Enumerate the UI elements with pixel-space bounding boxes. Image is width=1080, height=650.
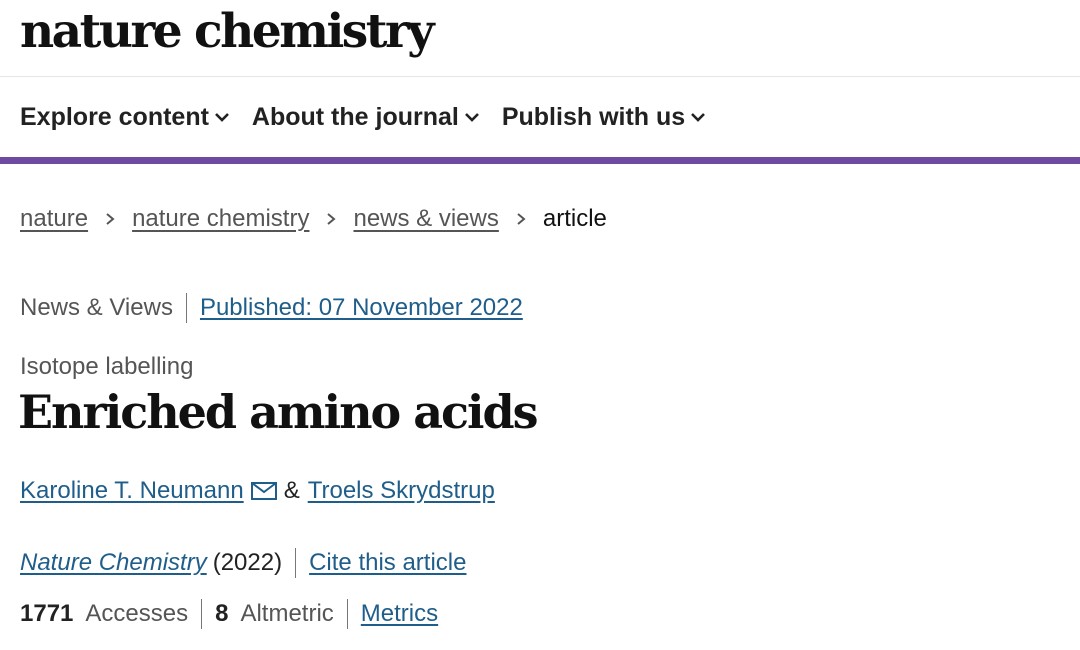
breadcrumb-current: article <box>542 205 607 232</box>
article-subject: Isotope labelling <box>20 353 194 380</box>
published-date-link[interactable]: Published: 07 November 2022 <box>200 294 523 322</box>
nav-explore-content[interactable]: Explore content <box>20 103 230 132</box>
journal-link[interactable]: Nature Chemistry <box>20 549 207 577</box>
divider <box>185 293 187 323</box>
author-separator: & <box>283 477 300 504</box>
site-header: nature chemistry <box>0 0 1080 77</box>
nav-about-journal[interactable]: About the journal <box>252 103 480 132</box>
chevron-right-icon <box>327 213 337 225</box>
cite-article-link[interactable]: Cite this article <box>309 549 466 577</box>
article-type: News & Views <box>20 294 173 321</box>
breadcrumb-nature-chemistry[interactable]: nature chemistry <box>132 205 309 233</box>
chevron-right-icon <box>517 213 526 225</box>
chevron-right-icon <box>106 213 115 225</box>
chevron-down-icon <box>464 113 479 122</box>
article-meta: News & Views Published: 07 November 2022 <box>20 293 523 323</box>
altmetric-count: 8 <box>215 600 229 627</box>
mail-icon[interactable] <box>250 481 278 501</box>
nav-item-label: Publish with us <box>501 102 686 131</box>
journal-logo[interactable]: nature chemistry <box>20 0 435 55</box>
breadcrumb: nature nature chemistry news & views art… <box>20 205 607 233</box>
metrics-link[interactable]: Metrics <box>361 600 438 628</box>
breadcrumb-news-views[interactable]: news & views <box>353 205 498 233</box>
citation-line: Nature Chemistry (2022) Cite this articl… <box>20 548 466 578</box>
main-nav: Explore content About the journal Publis… <box>0 77 1080 164</box>
author-list: Karoline T. Neumann & Troels Skrydstrup <box>20 477 495 505</box>
author-link[interactable]: Troels Skrydstrup <box>308 477 495 505</box>
author-link[interactable]: Karoline T. Neumann <box>20 477 244 505</box>
divider <box>295 548 297 578</box>
accesses-label: Accesses <box>85 600 189 627</box>
breadcrumb-nature[interactable]: nature <box>20 205 88 233</box>
publication-year: (2022) <box>212 549 283 576</box>
divider <box>201 599 203 629</box>
divider <box>346 599 348 629</box>
nav-publish-with-us[interactable]: Publish with us <box>502 103 706 132</box>
nav-item-label: About the journal <box>251 102 459 131</box>
metrics-line: 1771 Accesses 8 Altmetric Metrics <box>20 599 438 629</box>
chevron-down-icon <box>215 113 229 122</box>
altmetric-label: Altmetric <box>240 600 334 627</box>
chevron-down-icon <box>691 113 706 122</box>
nav-item-label: Explore content <box>20 102 209 131</box>
article-title: Enriched amino acids <box>18 385 539 439</box>
accesses-count: 1771 <box>20 600 74 627</box>
